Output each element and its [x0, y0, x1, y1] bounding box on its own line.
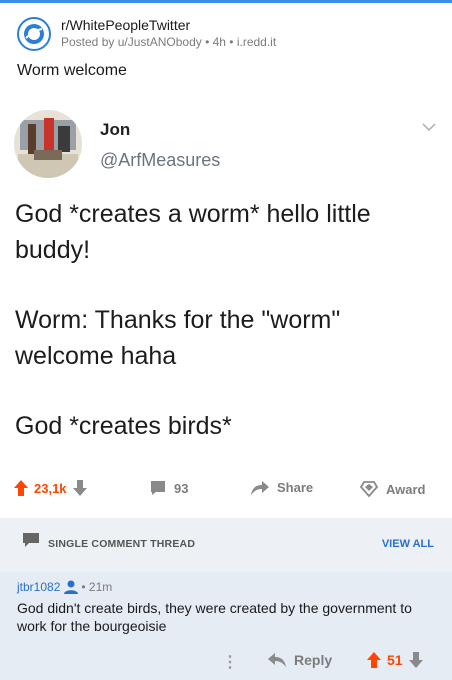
reply-button[interactable]: Reply — [268, 652, 332, 668]
comment-score: 51 — [387, 652, 403, 668]
share-button[interactable]: Share — [251, 480, 313, 495]
post-header: r/WhitePeopleTwitter Posted by u/JustANO… — [17, 14, 276, 54]
comment-vote-group: 51 — [367, 652, 423, 668]
post-actions-bar: 23,1k 93 Share Award — [0, 480, 452, 502]
comment-time: • 21m — [81, 580, 113, 594]
share-label: Share — [277, 480, 314, 495]
tweet-paragraph: God *creates birds* — [15, 412, 232, 440]
avatar — [14, 110, 82, 178]
tweet-author-name: Jon — [100, 120, 131, 139]
comment-icon — [151, 481, 165, 495]
single-comment-thread-bar: SINGLE COMMENT THREAD VIEW ALL — [0, 518, 452, 572]
reply-icon — [268, 653, 286, 667]
comment-icon — [23, 533, 39, 547]
comments-button[interactable]: 93 — [150, 480, 188, 496]
downvote-icon[interactable] — [408, 652, 423, 668]
upvote-count: 23,1k — [34, 480, 67, 496]
reply-label: Reply — [294, 652, 333, 668]
chevron-down-icon — [422, 123, 436, 132]
downvote-icon[interactable] — [72, 480, 87, 496]
comment-author[interactable]: jtbr1082 — [17, 580, 60, 594]
tweet-text: God *creates a worm* hello little buddy!… — [15, 196, 435, 478]
award-button[interactable]: Award — [360, 480, 426, 498]
award-icon — [360, 481, 378, 498]
upvote-icon[interactable] — [14, 480, 28, 496]
thread-label: SINGLE COMMENT THREAD — [48, 538, 196, 550]
comment-count: 93 — [174, 480, 189, 496]
vote-group: 23,1k — [14, 480, 87, 496]
comment: jtbr1082 • 21m God didn't create birds, … — [0, 572, 452, 680]
post-byline: Posted by u/JustANObody • 4h • i.redd.it — [61, 35, 277, 49]
top-accent-line — [0, 0, 452, 3]
subreddit-name[interactable]: r/WhitePeopleTwitter — [61, 17, 276, 34]
post-title[interactable]: Worm welcome — [17, 62, 127, 80]
subreddit-icon[interactable] — [17, 17, 51, 51]
upvote-icon[interactable] — [367, 652, 381, 668]
view-all-button[interactable]: VIEW ALL — [382, 538, 434, 550]
tweet-paragraph: God *creates a worm* hello little buddy! — [15, 200, 371, 264]
tweet-author-handle: @ArfMeasures — [100, 150, 221, 170]
tweet-image[interactable]: Jon @ArfMeasures God *creates a worm* he… — [0, 88, 452, 473]
more-icon[interactable]: ⋮ — [222, 652, 238, 672]
comment-actions: ⋮ Reply 51 — [0, 652, 452, 672]
award-label: Award — [386, 481, 426, 497]
tweet-paragraph: Worm: Thanks for the "worm" welcome haha — [15, 306, 341, 370]
comment-body: God didn't create birds, they were creat… — [17, 600, 412, 634]
comment-meta: jtbr1082 • 21m — [17, 580, 112, 594]
user-icon — [64, 580, 79, 594]
share-icon — [251, 480, 269, 495]
